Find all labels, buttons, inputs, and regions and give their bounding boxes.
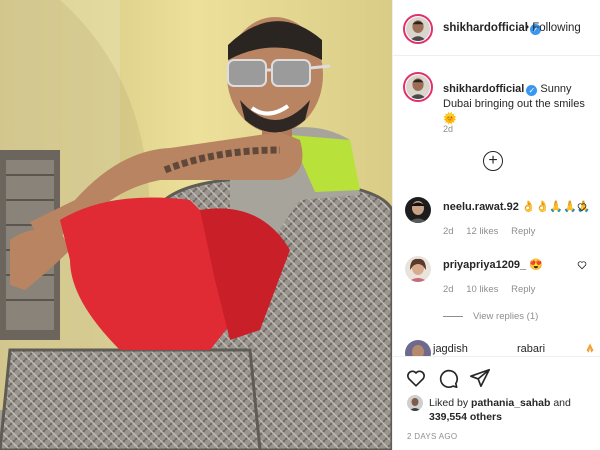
avatar-image xyxy=(405,197,431,223)
comment-avatar[interactable] xyxy=(405,340,431,356)
comment-body: neelu.rawat.92 👌👌🙏🙏🙏 xyxy=(443,200,590,213)
post-header: shikhardofficial ✓ • Following xyxy=(393,0,600,56)
avatar-image xyxy=(407,395,423,411)
avatar-image xyxy=(405,256,431,282)
action-bar: Liked by pathania_sahab and 339,554 othe… xyxy=(393,356,600,450)
caption: shikhardofficial ✓ Sunny Dubai bringing o… xyxy=(443,82,593,127)
praying-hands-emoji-icon xyxy=(586,343,594,353)
comment-text: 😍 xyxy=(529,259,543,271)
heart-icon[interactable] xyxy=(405,367,427,389)
comment-avatar[interactable] xyxy=(405,256,431,282)
comment-like-heart-icon[interactable] xyxy=(577,202,587,212)
comment-username[interactable]: neelu.rawat.92 xyxy=(443,201,519,213)
comment-username[interactable]: jagdish xyxy=(433,343,468,355)
follow-status[interactable]: • Following xyxy=(525,22,581,34)
share-icon[interactable] xyxy=(469,367,491,389)
liked-by-summary: Liked by pathania_sahab and 339,554 othe… xyxy=(429,396,597,424)
header-avatar[interactable] xyxy=(403,14,433,44)
comment-likes[interactable]: 10 likes xyxy=(466,284,498,295)
caption-time[interactable]: 2d xyxy=(443,124,453,134)
following-button[interactable]: Following xyxy=(532,22,581,34)
avatar-image xyxy=(406,75,430,99)
liked-by-joiner: and xyxy=(553,397,571,409)
comment-icon[interactable] xyxy=(437,367,459,389)
post-photo-illustration xyxy=(0,0,392,450)
likes-count[interactable]: 339,554 others xyxy=(429,411,502,423)
comment-time[interactable]: 2d xyxy=(443,284,454,295)
comment-reply-button[interactable]: Reply xyxy=(511,284,535,295)
comment-username[interactable]: priyapriya1209_ xyxy=(443,259,526,271)
view-replies-label: View replies (1) xyxy=(473,311,539,322)
liked-by-username[interactable]: pathania_sahab xyxy=(471,397,550,409)
post-date[interactable]: 2 DAYS AGO xyxy=(407,432,457,441)
replies-divider xyxy=(443,315,463,317)
avatar-image xyxy=(405,340,431,356)
comment-like-heart-icon[interactable] xyxy=(577,260,587,270)
liked-by-prefix: Liked by xyxy=(429,397,469,409)
partial-comment: jagdish rabari xyxy=(393,338,600,356)
comment-reply-button[interactable]: Reply xyxy=(511,226,535,237)
post-photo[interactable] xyxy=(0,0,392,450)
load-more-comments-button[interactable]: + xyxy=(483,151,503,171)
avatar-image xyxy=(406,17,430,41)
plus-icon: + xyxy=(488,152,498,169)
caption-avatar[interactable] xyxy=(403,72,433,102)
caption-username[interactable]: shikhardofficial xyxy=(443,83,524,95)
header-separator: • xyxy=(525,22,530,34)
comment-avatar[interactable] xyxy=(405,197,431,223)
header-username[interactable]: shikhardofficial xyxy=(443,22,528,34)
view-replies-button[interactable]: View replies (1) xyxy=(443,311,538,322)
comment-meta: 2d 10 likes Reply xyxy=(443,284,545,295)
verified-badge-icon: ✓ xyxy=(526,85,538,96)
comment-likes[interactable]: 12 likes xyxy=(466,226,498,237)
comment-text: rabari xyxy=(517,343,546,355)
liked-by-avatar[interactable] xyxy=(407,395,423,411)
comment-meta: 2d 12 likes Reply xyxy=(443,226,545,237)
post-sidebar: shikhardofficial ✓ • Following shikhardof… xyxy=(392,0,600,450)
comment-body: priyapriya1209_ 😍 xyxy=(443,258,543,271)
comment-time[interactable]: 2d xyxy=(443,226,454,237)
